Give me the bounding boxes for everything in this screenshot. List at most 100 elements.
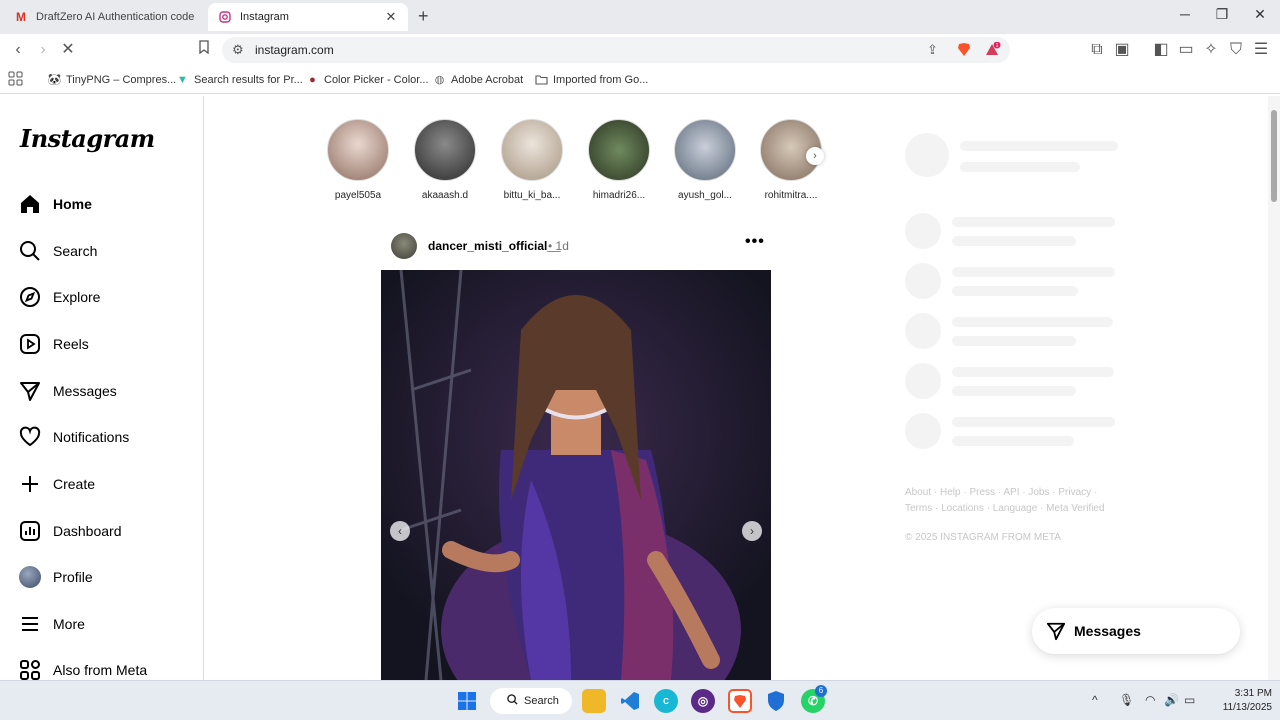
- brave-rewards-icon[interactable]: 1: [985, 41, 1001, 60]
- bookmark-adobe-acrobat[interactable]: ◍ Adobe Acrobat: [433, 73, 523, 87]
- nav-label: Dashboard: [53, 523, 122, 539]
- suggestion-skeleton-line: [960, 162, 1080, 172]
- apps-grid-icon[interactable]: [8, 71, 23, 86]
- bookmark-tinypng[interactable]: 🐼 TinyPNG – Compres...: [48, 73, 177, 87]
- reader-mode-icon[interactable]: ▣: [1112, 40, 1132, 60]
- page-scrollbar[interactable]: [1268, 96, 1280, 680]
- story-username: payel505a: [334, 190, 382, 201]
- post-image[interactable]: ‹ ›: [381, 270, 771, 680]
- carousel-next-button[interactable]: ›: [742, 521, 762, 541]
- carousel-prev-button[interactable]: ‹: [390, 521, 410, 541]
- scrollbar-thumb[interactable]: [1271, 110, 1277, 202]
- story-item[interactable]: akaaash.d: [412, 119, 478, 201]
- post-options-button[interactable]: •••: [745, 233, 765, 251]
- nav-create[interactable]: Create: [18, 469, 95, 499]
- close-tab-icon[interactable]: ✕: [384, 9, 398, 25]
- tab-gmail[interactable]: M DraftZero AI Authentication code - a: [4, 3, 204, 31]
- minimize-icon[interactable]: ─: [1175, 6, 1195, 22]
- bookmark-icon[interactable]: [194, 40, 214, 60]
- close-window-icon[interactable]: ✕: [1250, 6, 1270, 23]
- windows-start-icon[interactable]: [455, 689, 479, 713]
- file-explorer-icon[interactable]: [582, 689, 606, 713]
- nav-label: Create: [53, 476, 96, 492]
- nav-dashboard[interactable]: Dashboard: [18, 516, 122, 546]
- footer-links[interactable]: About · Help · Press · API · Jobs · Priv…: [905, 485, 1125, 517]
- share-icon[interactable]: ⇪: [927, 42, 938, 58]
- color-picker-icon: ●: [309, 73, 316, 86]
- stop-loading-icon[interactable]: ✕: [58, 40, 78, 60]
- maximize-icon[interactable]: ❐: [1212, 6, 1232, 23]
- nav-label: Home: [53, 196, 92, 212]
- post-username[interactable]: dancer_misti_official__: [428, 239, 561, 253]
- instagram-page: Instagram Home Search Explore Reels Mess…: [0, 96, 1268, 680]
- story-avatar: [501, 119, 563, 181]
- bookmark-folder-imported[interactable]: Imported from Go...: [535, 73, 648, 86]
- brave-shields-icon[interactable]: [957, 42, 971, 60]
- nav-home[interactable]: Home: [18, 189, 92, 219]
- story-item[interactable]: bittu_ki_ba...: [499, 119, 565, 201]
- nav-reels[interactable]: Reels: [18, 329, 89, 359]
- forward-icon[interactable]: ›: [33, 40, 53, 60]
- microphone-icon[interactable]: 🎙: [1119, 693, 1134, 707]
- story-item[interactable]: ayush_gol...: [672, 119, 738, 201]
- whatsapp-badge: 6: [815, 685, 827, 697]
- nav-more[interactable]: More: [18, 609, 85, 639]
- obs-icon[interactable]: ◎: [691, 689, 715, 713]
- search-icon: [507, 694, 518, 708]
- nav-profile[interactable]: Profile: [18, 562, 93, 592]
- bookmark-search-results[interactable]: ▼ Search results for Pr...: [176, 73, 303, 86]
- back-icon[interactable]: ‹: [8, 40, 28, 60]
- tab-instagram[interactable]: Instagram ✕: [208, 3, 408, 31]
- nav-messages[interactable]: Messages: [18, 376, 117, 406]
- suggestion-skeleton-line: [952, 267, 1115, 277]
- folder-icon: [535, 73, 548, 86]
- extensions-icon[interactable]: ⧉: [1087, 40, 1107, 60]
- nav-notifications[interactable]: Notifications: [18, 422, 129, 452]
- wifi-icon[interactable]: ◠: [1145, 693, 1155, 707]
- compass-icon: [18, 285, 42, 309]
- vscode-icon[interactable]: [618, 689, 642, 713]
- volume-icon[interactable]: 🔊: [1164, 693, 1179, 707]
- story-item[interactable]: payel505a: [325, 119, 391, 201]
- nav-also-from-meta[interactable]: Also from Meta: [18, 655, 147, 680]
- address-bar[interactable]: ⚙ instagram.com ⇪ 1: [222, 37, 1010, 63]
- brave-badge-count: 1: [996, 43, 999, 49]
- suggestion-skeleton-line: [952, 436, 1074, 446]
- site-settings-icon[interactable]: ⚙: [232, 42, 244, 58]
- gmail-icon: M: [16, 10, 26, 24]
- home-icon: [18, 192, 42, 216]
- system-clock[interactable]: 3:31 PM 11/13/2025: [1206, 687, 1272, 715]
- brave-browser-icon[interactable]: [728, 689, 752, 713]
- stories-next-button[interactable]: ›: [806, 147, 824, 165]
- nav-explore[interactable]: Explore: [18, 282, 100, 312]
- security-shield-icon[interactable]: [764, 689, 788, 713]
- canva-icon[interactable]: C: [654, 689, 678, 713]
- show-hidden-icons[interactable]: ^: [1092, 693, 1098, 707]
- plus-icon: [18, 472, 42, 496]
- battery-icon[interactable]: ▭: [1184, 693, 1195, 707]
- story-avatar: [327, 119, 389, 181]
- story-item[interactable]: himadri26...: [586, 119, 652, 201]
- nav-label: Reels: [53, 336, 89, 352]
- new-tab-button[interactable]: +: [418, 6, 429, 27]
- bookmark-color-picker[interactable]: ● Color Picker - Color...: [306, 73, 428, 86]
- suggestion-skeleton-line: [952, 367, 1114, 377]
- reels-icon: [18, 332, 42, 356]
- sidebar-icon[interactable]: ◧: [1151, 40, 1171, 60]
- heart-icon: [18, 425, 42, 449]
- menu-icon: [18, 612, 42, 636]
- vpn-icon[interactable]: ⛉: [1226, 40, 1246, 60]
- nav-search[interactable]: Search: [18, 236, 97, 266]
- instagram-logo[interactable]: Instagram: [20, 124, 155, 153]
- leo-ai-icon[interactable]: ✧: [1201, 40, 1221, 60]
- story-avatar: [414, 119, 476, 181]
- taskbar-search[interactable]: Search: [490, 688, 572, 714]
- story-username: akaaash.d: [421, 190, 469, 201]
- nav-label: Profile: [53, 569, 93, 585]
- messages-floating-button[interactable]: Messages: [1032, 608, 1240, 654]
- post-photo-illustration: [381, 270, 771, 680]
- browser-menu-icon[interactable]: ☰: [1251, 40, 1271, 60]
- bookmark-label: TinyPNG – Compres...: [66, 73, 177, 86]
- post-author-avatar[interactable]: [391, 233, 417, 259]
- wallet-icon[interactable]: ▭: [1176, 40, 1196, 60]
